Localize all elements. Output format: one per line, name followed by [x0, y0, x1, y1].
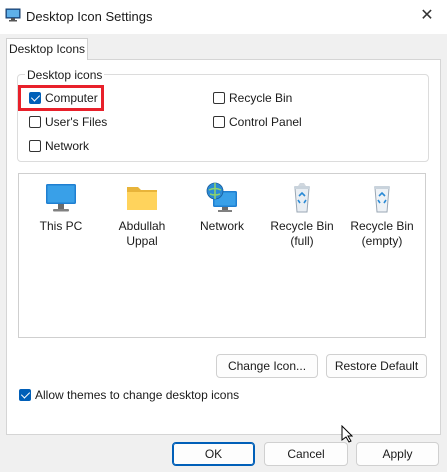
monitor-icon [46, 184, 76, 212]
apply-button[interactable]: Apply [356, 442, 439, 466]
display-settings-icon [5, 8, 21, 22]
checkbox-label: Allow themes to change desktop icons [35, 388, 240, 402]
checkbox-unchecked-icon[interactable] [29, 116, 41, 128]
checkbox-unchecked-icon[interactable] [213, 92, 225, 104]
checkbox-network[interactable]: Network [29, 138, 89, 154]
restore-default-button[interactable]: Restore Default [326, 354, 427, 378]
icon-label: Network [199, 219, 244, 233]
mouse-cursor-icon [341, 425, 353, 443]
ok-button[interactable]: OK [172, 442, 255, 466]
icon-label: Recycle Bin (full) [270, 219, 334, 248]
tab-desktop-icons[interactable]: Desktop Icons [6, 38, 88, 60]
folder-icon [127, 187, 157, 210]
recycle-bin-full-icon [294, 183, 310, 213]
icon-item-network[interactable]: Network [187, 182, 257, 234]
network-globe-icon [206, 182, 237, 212]
recycle-bin-empty-icon [374, 186, 390, 213]
checkbox-label: Control Panel [229, 115, 302, 129]
checkbox-label: Recycle Bin [229, 91, 293, 105]
icon-label: Abdullah Uppal [118, 219, 166, 248]
title-bar: Desktop Icon Settings ✕ [0, 0, 447, 34]
icon-item-recycle-bin-empty[interactable]: Recycle Bin (empty) [347, 182, 417, 249]
checkbox-unchecked-icon[interactable] [29, 140, 41, 152]
checkbox-recycle-bin[interactable]: Recycle Bin [213, 90, 292, 106]
checkbox-label: User's Files [45, 115, 108, 129]
checkbox-control-panel[interactable]: Control Panel [213, 114, 302, 130]
icon-item-user-folder[interactable]: Abdullah Uppal [107, 182, 177, 249]
icon-preview-list[interactable]: This PC Abdullah Uppal Network Recycle B… [18, 173, 426, 338]
checkbox-allow-themes[interactable]: Allow themes to change desktop icons [19, 387, 239, 403]
icon-label: Recycle Bin (empty) [350, 219, 414, 248]
cancel-button[interactable]: Cancel [264, 442, 348, 466]
checkbox-checked-icon[interactable] [19, 389, 31, 401]
checkbox-unchecked-icon[interactable] [213, 116, 225, 128]
group-label: Desktop icons [25, 68, 105, 82]
icon-item-this-pc[interactable]: This PC [26, 182, 96, 234]
highlight-box [18, 85, 104, 111]
checkbox-users-files[interactable]: User's Files [29, 114, 107, 130]
icon-label: This PC [39, 219, 83, 233]
checkbox-label: Network [45, 139, 90, 153]
icon-item-recycle-bin-full[interactable]: Recycle Bin (full) [267, 182, 337, 249]
change-icon-button[interactable]: Change Icon... [216, 354, 318, 378]
window-title: Desktop Icon Settings [26, 9, 153, 24]
close-icon[interactable]: ✕ [415, 5, 439, 27]
